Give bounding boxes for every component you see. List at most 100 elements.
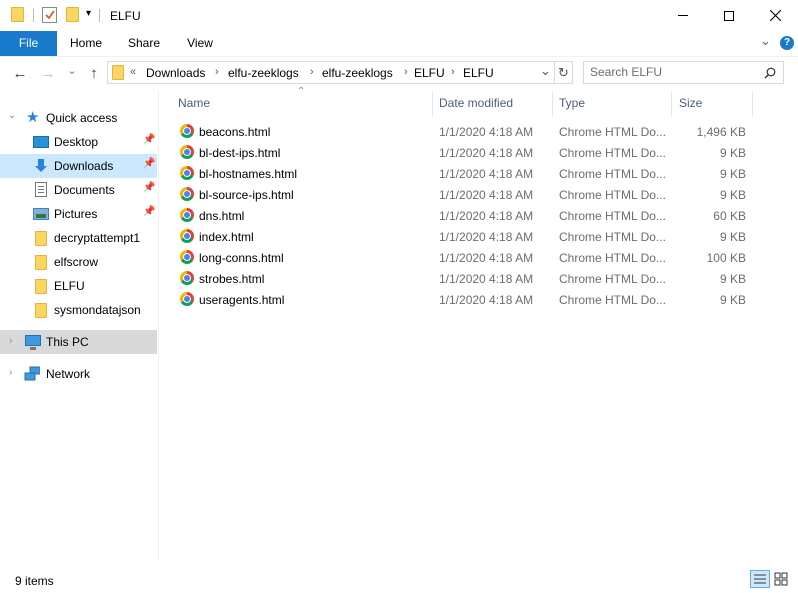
file-type: Chrome HTML Do... [559, 209, 666, 223]
details-view-button[interactable] [750, 570, 770, 588]
address-bar[interactable]: « Downloads › elfu-zeeklogs › elfu-zeekl… [107, 61, 555, 84]
table-row[interactable]: long-conns.html 1/1/2020 4:18 AM Chrome HT… [174, 247, 754, 268]
chevron-right-icon[interactable]: › [451, 66, 455, 78]
chevron-right-icon[interactable]: › [9, 335, 12, 346]
chrome-html-icon [180, 208, 194, 222]
sidebar-item-label: sysmondatajson [54, 303, 141, 317]
sidebar-item-downloads[interactable]: Downloads 📌 [0, 154, 157, 178]
crumb-elfu-2[interactable]: ELFU [463, 66, 494, 80]
chrome-html-icon [180, 250, 194, 264]
table-row[interactable]: useragents.html 1/1/2020 4:18 AM Chrome HT… [174, 289, 754, 310]
chevron-down-icon[interactable]: ⌄ [8, 110, 16, 121]
table-row[interactable]: beacons.html 1/1/2020 4:18 AM Chrome HTML … [174, 121, 754, 142]
sidebar-item-this-pc[interactable]: › This PC [0, 330, 157, 354]
pane-divider[interactable] [158, 90, 159, 560]
sidebar-item-documents[interactable]: Documents 📌 [0, 178, 157, 202]
folder-icon[interactable] [11, 7, 24, 22]
column-separator[interactable] [552, 92, 553, 116]
tab-home[interactable]: Home [62, 31, 110, 56]
file-date: 1/1/2020 4:18 AM [439, 167, 534, 181]
title-bar: ▾ ELFU [0, 0, 798, 31]
overflow-crumb[interactable]: « [130, 66, 136, 78]
chevron-right-icon[interactable]: › [404, 66, 408, 78]
network-icon [24, 366, 40, 381]
file-size: 9 KB [719, 167, 746, 181]
column-header-size[interactable]: Size [679, 96, 702, 110]
file-type: Chrome HTML Do... [559, 146, 666, 160]
back-arrow-icon[interactable]: ← [11, 65, 29, 83]
crumb-elfu-zeeklogs-2[interactable]: elfu-zeeklogs [322, 66, 393, 80]
column-separator[interactable] [432, 92, 433, 116]
column-header-type[interactable]: Type [559, 96, 585, 110]
sidebar-item-elfscrow[interactable]: elfscrow [0, 250, 157, 274]
sidebar-item-network[interactable]: › Network [0, 362, 157, 386]
file-size: 100 KB [706, 251, 746, 265]
sidebar-item-desktop[interactable]: Desktop 📌 [0, 130, 157, 154]
qa-divider-2 [99, 9, 100, 22]
star-icon: ★ [26, 109, 40, 126]
chrome-html-icon [180, 124, 194, 138]
maximize-button[interactable] [706, 0, 752, 31]
refresh-button[interactable]: ↻ [555, 61, 573, 84]
folder-icon [35, 279, 47, 294]
window-title: ELFU [110, 9, 141, 23]
search-icon[interactable] [764, 67, 776, 79]
documents-icon [35, 182, 47, 197]
table-row[interactable]: dns.html 1/1/2020 4:18 AM Chrome HTML Do..… [174, 205, 754, 226]
table-row[interactable]: bl-source-ips.html 1/1/2020 4:18 AM Chrome… [174, 184, 754, 205]
pin-icon: 📌 [143, 182, 156, 193]
large-icons-view-button[interactable] [772, 570, 792, 588]
chevron-right-icon[interactable]: › [310, 66, 314, 78]
address-dropdown-icon[interactable]: ⌄ [540, 63, 551, 79]
tab-share[interactable]: Share [120, 31, 168, 56]
help-icon[interactable]: ? [780, 36, 794, 50]
recent-locations-icon[interactable]: ⌄ [63, 62, 81, 80]
chevron-right-icon[interactable]: › [215, 66, 219, 78]
file-date: 1/1/2020 4:18 AM [439, 125, 534, 139]
properties-icon[interactable] [42, 7, 57, 23]
column-separator[interactable] [671, 92, 672, 116]
pin-icon: 📌 [143, 134, 156, 145]
sort-ascending-icon: ⌃ [297, 86, 306, 97]
file-size: 60 KB [713, 209, 746, 223]
table-row[interactable]: strobes.html 1/1/2020 4:18 AM Chrome HTML … [174, 268, 754, 289]
file-type: Chrome HTML Do... [559, 125, 666, 139]
column-separator[interactable] [752, 92, 753, 116]
expand-ribbon-icon[interactable]: ⌄ [760, 33, 771, 49]
crumb-downloads[interactable]: Downloads [146, 66, 205, 80]
column-header-date[interactable]: Date modified [439, 96, 513, 110]
forward-arrow-icon[interactable]: → [39, 65, 57, 83]
column-header-name[interactable]: Name [178, 96, 210, 110]
file-size: 9 KB [719, 272, 746, 286]
close-button[interactable] [752, 0, 798, 31]
customize-quick-access-icon[interactable]: ▾ [86, 8, 91, 19]
file-size: 9 KB [719, 293, 746, 307]
table-row[interactable]: bl-hostnames.html 1/1/2020 4:18 AM Chrome … [174, 163, 754, 184]
tab-file[interactable]: File [0, 31, 57, 56]
sidebar-item-label: elfscrow [54, 255, 99, 269]
sidebar-item-decryptattempt1[interactable]: decryptattempt1 [0, 226, 157, 250]
item-count: 9 items [15, 574, 54, 588]
sidebar-item-label: ELFU [54, 279, 85, 293]
sidebar-item-quick-access[interactable]: ⌄ ★ Quick access [0, 106, 157, 130]
sidebar-item-pictures[interactable]: Pictures 📌 [0, 202, 157, 226]
sidebar-item-sysmondatajson[interactable]: sysmondatajson [0, 298, 157, 322]
crumb-elfu-1[interactable]: ELFU [414, 66, 445, 80]
file-name: useragents.html [199, 293, 285, 307]
crumb-elfu-zeeklogs-1[interactable]: elfu-zeeklogs [228, 66, 299, 80]
search-input[interactable] [590, 65, 760, 79]
minimize-button[interactable] [660, 0, 706, 31]
table-row[interactable]: index.html 1/1/2020 4:18 AM Chrome HTML Do… [174, 226, 754, 247]
sidebar-item-elfu[interactable]: ELFU [0, 274, 157, 298]
chevron-right-icon[interactable]: › [9, 367, 12, 378]
new-folder-icon[interactable] [66, 7, 79, 22]
download-icon [35, 159, 47, 172]
pin-icon: 📌 [143, 158, 156, 169]
up-arrow-icon[interactable]: ↑ [85, 65, 103, 83]
tab-view[interactable]: View [176, 31, 224, 56]
qa-divider [33, 9, 34, 22]
search-box[interactable] [583, 61, 784, 84]
chrome-html-icon [180, 271, 194, 285]
table-row[interactable]: bl-dest-ips.html 1/1/2020 4:18 AM Chrome H… [174, 142, 754, 163]
file-date: 1/1/2020 4:18 AM [439, 188, 534, 202]
